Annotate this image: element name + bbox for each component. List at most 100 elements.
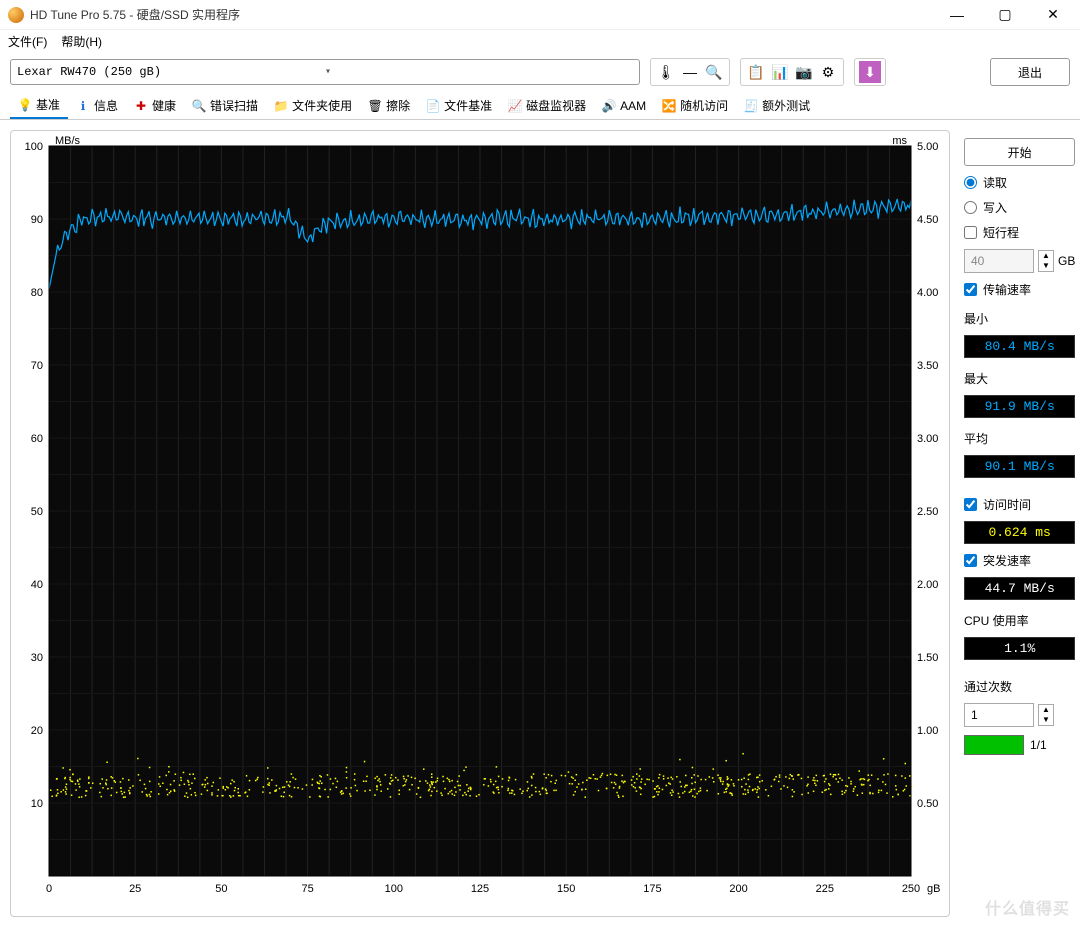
save-icon[interactable]: ⬇ xyxy=(859,61,881,83)
down-arrow-icon[interactable]: ▼ xyxy=(1039,261,1053,271)
svg-text:90: 90 xyxy=(31,214,43,226)
maximize-button[interactable]: ▢ xyxy=(982,1,1028,29)
menu-file[interactable]: 文件(F) xyxy=(8,33,47,50)
drive-label: Lexar RW470 (250 gB) xyxy=(17,65,325,79)
random-icon: 🔀 xyxy=(662,99,676,113)
svg-text:250: 250 xyxy=(902,883,920,895)
content: 1020304050607080901000.501.001.502.002.5… xyxy=(0,120,1080,927)
svg-text:225: 225 xyxy=(816,883,834,895)
bulb-icon: 💡 xyxy=(18,98,32,112)
down-arrow-icon[interactable]: ▼ xyxy=(1039,715,1053,725)
up-arrow-icon[interactable]: ▲ xyxy=(1039,705,1053,715)
gear-icon[interactable]: ⚙ xyxy=(817,61,839,83)
min-label: 最小 xyxy=(964,310,1075,327)
menu-help[interactable]: 帮助(H) xyxy=(61,33,102,50)
extra-icon: 🧾 xyxy=(744,99,758,113)
svg-text:50: 50 xyxy=(215,883,227,895)
svg-text:1.50: 1.50 xyxy=(917,652,938,664)
pass-progress-row: 1/1 xyxy=(964,735,1075,755)
toolbar: Lexar RW470 (250 gB) ▾ 🌡 — 🔍 📋 📊 📷 ⚙ ⬇ 退… xyxy=(0,52,1080,92)
tab-benchmark[interactable]: 💡基准 xyxy=(10,92,68,119)
window-buttons: — ▢ ✕ xyxy=(934,1,1076,29)
svg-text:80: 80 xyxy=(31,287,43,299)
cpu-label: CPU 使用率 xyxy=(964,612,1075,629)
svg-text:5.00: 5.00 xyxy=(917,141,938,153)
tab-diskmon[interactable]: 📈磁盘监视器 xyxy=(500,93,594,118)
passes-label: 通过次数 xyxy=(964,678,1075,695)
svg-text:70: 70 xyxy=(31,360,43,372)
write-radio[interactable]: 写入 xyxy=(964,199,1075,216)
drive-select[interactable]: Lexar RW470 (250 gB) ▾ xyxy=(10,59,640,85)
svg-text:1.00: 1.00 xyxy=(917,725,938,737)
chart-pane: 1020304050607080901000.501.001.502.002.5… xyxy=(10,130,950,917)
tab-errorscan[interactable]: 🔍错误扫描 xyxy=(184,93,266,118)
transfer-check[interactable]: 传输速率 xyxy=(964,281,1075,298)
svg-text:30: 30 xyxy=(31,652,43,664)
file-icon: 📄 xyxy=(426,99,440,113)
svg-text:10: 10 xyxy=(31,798,43,810)
tab-health[interactable]: ✚健康 xyxy=(126,93,184,118)
dash-icon: — xyxy=(679,61,701,83)
svg-text:75: 75 xyxy=(301,883,313,895)
window-title: HD Tune Pro 5.75 - 硬盘/SSD 实用程序 xyxy=(30,6,934,23)
svg-text:50: 50 xyxy=(31,506,43,518)
minimize-button[interactable]: — xyxy=(934,1,980,29)
shortstroke-check[interactable]: 短行程 xyxy=(964,224,1075,241)
tab-folderusage[interactable]: 📁文件夹使用 xyxy=(266,93,360,118)
max-label: 最大 xyxy=(964,370,1075,387)
right-panel: 开始 读取 写入 短行程 40 ▲▼ GB 传输速率 最小 80.4 MB/s … xyxy=(960,130,1079,917)
benchmark-chart: 1020304050607080901000.501.001.502.002.5… xyxy=(11,131,949,906)
menu-bar: 文件(F) 帮助(H) xyxy=(0,30,1080,52)
tab-info[interactable]: ℹ信息 xyxy=(68,93,126,118)
svg-text:100: 100 xyxy=(25,141,43,153)
chart-icon[interactable]: 📊 xyxy=(769,61,791,83)
avg-label: 平均 xyxy=(964,430,1075,447)
chevron-down-icon: ▾ xyxy=(325,66,633,78)
svg-text:4.50: 4.50 xyxy=(917,214,938,226)
passes-spinner[interactable]: 1 ▲▼ xyxy=(964,703,1075,727)
info-icon: ℹ xyxy=(76,99,90,113)
search-icon[interactable]: 🔍 xyxy=(703,61,725,83)
action-group: 📋 📊 📷 ⚙ xyxy=(740,58,844,86)
tab-filebench[interactable]: 📄文件基准 xyxy=(418,93,500,118)
svg-text:4.00: 4.00 xyxy=(917,287,938,299)
start-button[interactable]: 开始 xyxy=(964,138,1075,166)
tab-aam[interactable]: 🔊AAM xyxy=(594,95,654,117)
min-value: 80.4 MB/s xyxy=(964,335,1075,358)
read-radio[interactable]: 读取 xyxy=(964,174,1075,191)
progress-bar xyxy=(964,735,1024,755)
svg-text:175: 175 xyxy=(643,883,661,895)
trash-icon: 🗑 xyxy=(368,99,382,113)
access-check[interactable]: 访问时间 xyxy=(964,496,1075,513)
speaker-icon: 🔊 xyxy=(602,99,616,113)
exit-button[interactable]: 退出 xyxy=(990,58,1070,86)
svg-text:3.00: 3.00 xyxy=(917,433,938,445)
svg-text:150: 150 xyxy=(557,883,575,895)
tab-random[interactable]: 🔀随机访问 xyxy=(654,93,736,118)
svg-text:3.50: 3.50 xyxy=(917,360,938,372)
svg-text:0.50: 0.50 xyxy=(917,798,938,810)
svg-text:ms: ms xyxy=(892,135,907,147)
title-bar: HD Tune Pro 5.75 - 硬盘/SSD 实用程序 — ▢ ✕ xyxy=(0,0,1080,30)
tab-erase[interactable]: 🗑擦除 xyxy=(360,93,418,118)
temp-group: 🌡 — 🔍 xyxy=(650,58,730,86)
up-arrow-icon[interactable]: ▲ xyxy=(1039,251,1053,261)
folder-icon: 📁 xyxy=(274,99,288,113)
max-value: 91.9 MB/s xyxy=(964,395,1075,418)
svg-text:gB: gB xyxy=(927,883,940,895)
camera-icon[interactable]: 📷 xyxy=(793,61,815,83)
save-group: ⬇ xyxy=(854,58,886,86)
svg-text:40: 40 xyxy=(31,579,43,591)
svg-text:200: 200 xyxy=(729,883,747,895)
shortstroke-spinner[interactable]: 40 ▲▼ GB xyxy=(964,249,1075,273)
svg-text:125: 125 xyxy=(471,883,489,895)
access-value: 0.624 ms xyxy=(964,521,1075,544)
copy-icon[interactable]: 📋 xyxy=(745,61,767,83)
burst-value: 44.7 MB/s xyxy=(964,577,1075,600)
close-button[interactable]: ✕ xyxy=(1030,1,1076,29)
tab-extra[interactable]: 🧾额外测试 xyxy=(736,93,818,118)
thermometer-icon[interactable]: 🌡 xyxy=(655,61,677,83)
burst-check[interactable]: 突发速率 xyxy=(964,552,1075,569)
svg-text:20: 20 xyxy=(31,725,43,737)
svg-text:100: 100 xyxy=(385,883,403,895)
